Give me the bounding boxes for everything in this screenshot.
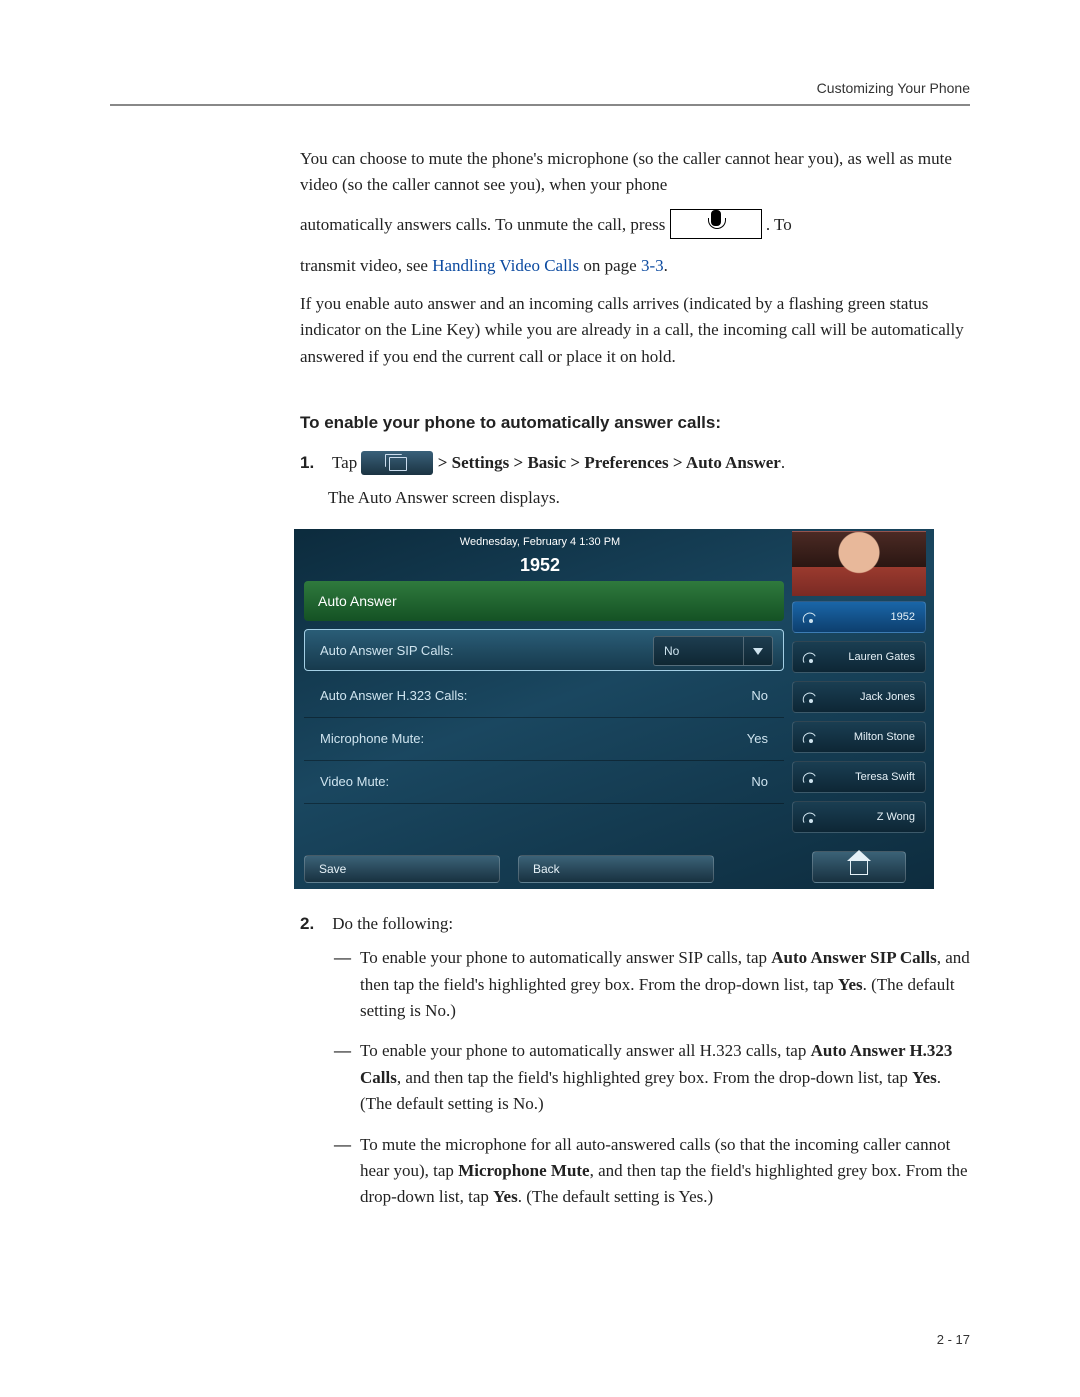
bullet-mic-mute: To mute the microphone for all auto-answ…: [334, 1132, 970, 1211]
document-page: Customizing Your Phone You can choose to…: [0, 0, 1080, 1397]
intro-1b-post: . To: [766, 215, 792, 234]
intro-paragraph-2: If you enable auto answer and an incomin…: [300, 291, 970, 370]
line-key-label: Teresa Swift: [855, 769, 915, 786]
setting-label: Auto Answer H.323 Calls:: [320, 675, 467, 717]
line-key-contact[interactable]: Jack Jones: [792, 681, 926, 713]
bullet-text: , and then tap the field's highlighted g…: [397, 1068, 912, 1087]
phone-statusbar: Wednesday, February 4 1:30 PM 1952: [294, 534, 786, 580]
intro-1c-post: .: [664, 256, 668, 275]
intro-1c-mid: on page: [579, 256, 641, 275]
line-key-contact[interactable]: Lauren Gates: [792, 641, 926, 673]
save-softkey[interactable]: Save: [304, 855, 500, 883]
dropdown-value: No: [664, 644, 679, 658]
handset-icon: [801, 810, 815, 824]
microphone-icon: [711, 210, 721, 226]
setting-label: Video Mute:: [320, 761, 389, 803]
home-icon: [850, 860, 868, 875]
applications-icon: [361, 451, 433, 475]
bullet-bold: Yes: [838, 975, 863, 994]
procedure-steps: 1. Tap > Settings > Basic > Preferences …: [300, 450, 970, 1210]
phone-number: 1952: [294, 552, 786, 580]
bullet-bold: Microphone Mute: [458, 1161, 589, 1180]
bullet-bold: Yes: [912, 1068, 937, 1087]
setting-value: Yes: [747, 718, 768, 760]
setting-row-sip[interactable]: Auto Answer SIP Calls: No No: [304, 629, 784, 671]
bullet-bold: Yes: [493, 1187, 518, 1206]
back-softkey[interactable]: Back: [518, 855, 714, 883]
body-content: You can choose to mute the phone's micro…: [300, 146, 970, 1211]
setting-label: Auto Answer SIP Calls:: [320, 630, 453, 672]
line-key-contact[interactable]: Milton Stone: [792, 721, 926, 753]
line-key-label: Z Wong: [877, 809, 915, 826]
page-ref-link[interactable]: 3-3: [641, 256, 664, 275]
bullet-h323: To enable your phone to automatically an…: [334, 1038, 970, 1117]
settings-list: Auto Answer SIP Calls: No No Auto Answer…: [304, 629, 784, 804]
handset-icon: [801, 650, 815, 664]
phone-date: Wednesday, February 4 1:30 PM: [294, 534, 786, 551]
self-view-video[interactable]: [792, 531, 926, 596]
line-key-contact[interactable]: Teresa Swift: [792, 761, 926, 793]
setting-row-mic-mute[interactable]: Microphone Mute: Yes: [304, 718, 784, 761]
step1-path: > Settings > Basic > Preferences > Auto …: [438, 453, 781, 472]
bullet-sip: To enable your phone to automatically an…: [334, 945, 970, 1024]
setting-value: No: [751, 675, 768, 717]
line-key-label: 1952: [891, 609, 915, 626]
procedure-heading: To enable your phone to automatically an…: [300, 410, 970, 436]
step1-pre: Tap: [332, 453, 362, 472]
chevron-down-icon: [743, 637, 772, 665]
mute-button-graphic: [670, 209, 762, 239]
setting-row-video-mute[interactable]: Video Mute: No: [304, 761, 784, 804]
step1-desc: The Auto Answer screen displays.: [328, 485, 970, 511]
line-key-label: Jack Jones: [860, 689, 915, 706]
handset-icon: [801, 690, 815, 704]
setting-value: No: [751, 761, 768, 803]
intro-1c-pre: transmit video, see: [300, 256, 432, 275]
header-section-title: Customizing Your Phone: [110, 80, 970, 96]
intro-paragraph-1a: You can choose to mute the phone's micro…: [300, 146, 970, 199]
step2-bullets: To enable your phone to automatically an…: [334, 945, 970, 1210]
sip-dropdown[interactable]: No: [653, 636, 773, 666]
page-number: 2 - 17: [937, 1332, 970, 1347]
bullet-text: To enable your phone to automatically an…: [360, 948, 771, 967]
line-key-contact[interactable]: Z Wong: [792, 801, 926, 833]
step2-text: Do the following:: [332, 914, 453, 933]
handset-icon: [801, 610, 815, 624]
step-1: 1. Tap > Settings > Basic > Preferences …: [300, 450, 970, 889]
phone-screenshot: Wednesday, February 4 1:30 PM 1952 Auto …: [294, 529, 934, 889]
auto-answer-header: Auto Answer: [304, 581, 784, 621]
softkey-bar: Save Back: [304, 855, 784, 883]
line-keys: 1952 Lauren Gates Jack Jones Milton Ston…: [792, 601, 926, 841]
intro-paragraph-1c: transmit video, see Handling Video Calls…: [300, 253, 970, 279]
setting-row-h323[interactable]: Auto Answer H.323 Calls: No: [304, 675, 784, 718]
setting-label: Microphone Mute:: [320, 718, 424, 760]
step-number: 1.: [300, 450, 328, 476]
handset-icon: [801, 730, 815, 744]
line-key-self[interactable]: 1952: [792, 601, 926, 633]
step-2: 2. Do the following: To enable your phon…: [300, 911, 970, 1210]
bullet-bold: Auto Answer SIP Calls: [771, 948, 936, 967]
step1-post: .: [781, 453, 785, 472]
step-number: 2.: [300, 911, 328, 937]
handling-video-calls-link[interactable]: Handling Video Calls: [432, 256, 579, 275]
intro-1b-pre: automatically answers calls. To unmute t…: [300, 215, 670, 234]
header-rule: [110, 104, 970, 106]
bullet-text: To enable your phone to automatically an…: [360, 1041, 811, 1060]
home-button[interactable]: [812, 851, 906, 883]
bullet-text: . (The default setting is Yes.): [518, 1187, 713, 1206]
intro-paragraph-1b: automatically answers calls. To unmute t…: [300, 211, 970, 241]
line-key-label: Milton Stone: [854, 729, 915, 746]
handset-icon: [801, 770, 815, 784]
line-key-label: Lauren Gates: [848, 649, 915, 666]
